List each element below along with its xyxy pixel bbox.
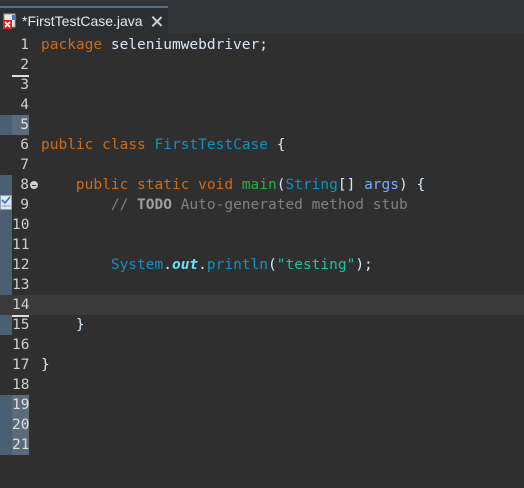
code-token: . [163, 257, 172, 273]
code-token: public [75, 177, 129, 193]
line-number: 6 [20, 137, 29, 153]
code-line[interactable]: 10 [0, 215, 524, 235]
line-number: 7 [20, 157, 29, 173]
code-token: public [41, 137, 94, 153]
code-text: } [41, 355, 50, 375]
line-number: 1 [20, 37, 29, 53]
code-token: { [268, 137, 286, 153]
code-line[interactable]: 19 [0, 395, 524, 415]
code-line[interactable]: 20 [0, 415, 524, 435]
java-file-error-icon [3, 13, 17, 29]
code-line[interactable]: 6 public class FirstTestCase { [0, 135, 524, 155]
line-number: 15 [12, 317, 30, 333]
code-line[interactable]: 7 [0, 155, 524, 175]
tab-title: *FirstTestCase.java [22, 12, 143, 29]
code-line[interactable]: 14 [0, 295, 524, 317]
line-number: 14 [12, 295, 29, 317]
code-line[interactable]: 21 [0, 435, 524, 455]
line-number: 5 [12, 115, 29, 135]
code-text: public class FirstTestCase { [41, 135, 285, 155]
code-text: package seleniumwebdriver; [41, 35, 268, 55]
code-line[interactable]: 8 public static void main(String[] args)… [0, 175, 524, 195]
line-number: 13 [12, 277, 30, 293]
code-line[interactable]: 11 [0, 235, 524, 255]
line-number: 8 [20, 177, 29, 193]
code-token: ) { [399, 177, 426, 193]
tab-first-test-case[interactable]: *FirstTestCase.java [0, 6, 168, 33]
line-number: 3 [20, 77, 29, 93]
line-number: 12 [12, 257, 30, 273]
code-token: "testing" [276, 257, 356, 273]
code-token: Auto-generated method stub [171, 197, 408, 213]
code-token: args [364, 177, 399, 193]
code-token: main [241, 177, 277, 193]
code-line[interactable]: 4 [0, 95, 524, 115]
editor-tab-bar: *FirstTestCase.java [0, 0, 524, 33]
line-number: 9 [20, 197, 29, 213]
code-token: String [285, 177, 338, 193]
code-token: System [110, 257, 164, 273]
code-token: } [75, 317, 85, 333]
code-token: out [171, 257, 199, 273]
fold-collapse-icon[interactable] [30, 181, 38, 189]
code-token: // [110, 197, 138, 213]
code-line[interactable]: 5 [0, 115, 524, 135]
code-editor[interactable]: 1 package seleniumwebdriver; 2 3 4 5 6 public c… [0, 33, 524, 488]
line-number: 21 [12, 435, 30, 455]
code-line[interactable]: 18 [0, 375, 524, 395]
line-number: 20 [12, 415, 30, 435]
code-line[interactable]: 12 System.out.println("testing"); [0, 255, 524, 275]
code-token: void [198, 177, 234, 193]
code-line[interactable]: 17} [0, 355, 524, 375]
code-token: FirstTestCase [154, 137, 269, 153]
code-token: println [206, 257, 269, 273]
line-number: 10 [12, 217, 30, 233]
code-token: ( [268, 257, 277, 273]
code-line[interactable]: 16 [0, 335, 524, 355]
line-number: 18 [12, 377, 30, 393]
code-text: // TODO Auto-generated method stub [41, 195, 408, 215]
code-token: seleniumwebdriver; [102, 37, 268, 53]
code-line[interactable]: 15 } [0, 315, 524, 335]
line-number: 11 [12, 237, 30, 253]
code-line[interactable]: 1 package seleniumwebdriver; [0, 35, 524, 55]
code-token: } [41, 357, 50, 373]
line-number: 4 [20, 97, 29, 113]
close-icon[interactable] [151, 15, 163, 27]
line-number: 16 [12, 337, 30, 353]
code-text: } [41, 315, 85, 335]
code-token: class [102, 137, 146, 153]
code-line[interactable]: 13 [0, 275, 524, 295]
code-line[interactable]: 2 [0, 55, 524, 77]
line-number: 17 [12, 357, 30, 373]
code-text: public static void main(String[] args) { [41, 175, 425, 195]
code-token: static [137, 177, 190, 193]
code-lines: 1 package seleniumwebdriver; 2 3 4 5 6 public c… [0, 35, 524, 455]
code-token: [] [337, 177, 365, 193]
code-line[interactable]: 9 // TODO Auto-generated method stub [0, 195, 524, 215]
code-token: TODO [137, 197, 172, 213]
line-number: 2 [12, 55, 29, 77]
code-text: System.out.println("testing"); [41, 255, 373, 275]
code-token: package [41, 37, 103, 53]
code-token: ); [355, 257, 373, 273]
line-number: 19 [12, 395, 30, 415]
code-line[interactable]: 3 [0, 75, 524, 95]
code-token: . [198, 257, 207, 273]
